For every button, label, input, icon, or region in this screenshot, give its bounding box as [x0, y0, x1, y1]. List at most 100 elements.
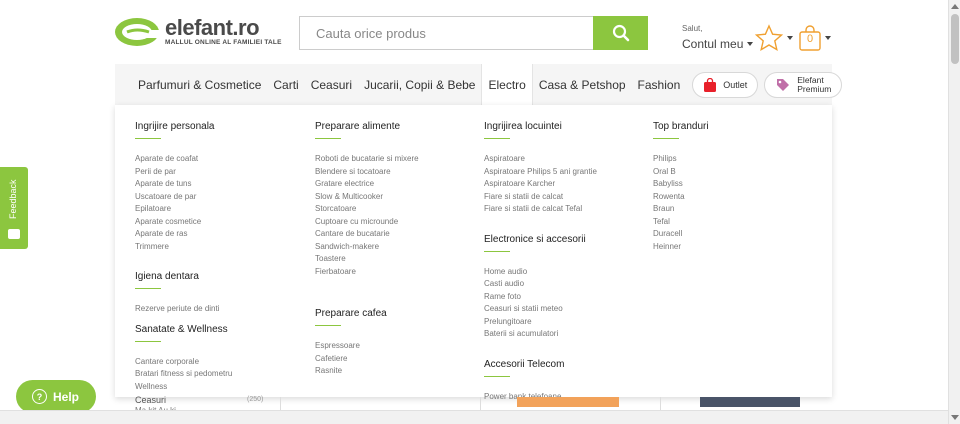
menu-link[interactable]: Aspiratoare Philips 5 ani grantie — [484, 166, 597, 179]
favorites-button[interactable] — [754, 24, 794, 52]
menu-link[interactable]: Cuptoare cu microunde — [315, 216, 419, 229]
vertical-scrollbar[interactable] — [948, 0, 960, 424]
brand-link[interactable]: Philips — [653, 153, 709, 166]
premium-label-line2: Premium — [797, 83, 832, 94]
menu-section-title[interactable]: Ingrijire personala — [135, 121, 232, 132]
menu-link[interactable]: Epilatoare — [135, 203, 232, 216]
nav-item-casa[interactable]: Casa & Petshop — [533, 64, 632, 105]
menu-link[interactable]: Baterii si acumulatori — [484, 328, 597, 341]
feedback-tab[interactable]: Feedback — [0, 167, 28, 249]
outlet-button[interactable]: Outlet — [692, 71, 759, 98]
menu-link[interactable]: Wellness — [135, 381, 232, 394]
menu-link[interactable]: Bratari fitness si pedometru — [135, 368, 232, 381]
nav-item-parfumuri[interactable]: Parfumuri & Cosmetice — [115, 64, 267, 105]
brand-link[interactable]: Rowenta — [653, 191, 709, 204]
account-greeting: Salut, — [682, 24, 703, 33]
menu-link[interactable]: Perii de par — [135, 166, 232, 179]
menu-link[interactable]: Cantare corporale — [135, 356, 232, 369]
filter-category-label[interactable]: Ceasuri — [135, 395, 166, 405]
section-underline — [484, 250, 510, 252]
menu-link[interactable]: Rasnite — [315, 365, 419, 378]
product-image[interactable] — [517, 397, 619, 407]
menu-link[interactable]: Blendere si tocatoare — [315, 166, 419, 179]
menu-link[interactable]: Ceasuri si statii meteo — [484, 303, 597, 316]
brand-link[interactable]: Tefal — [653, 216, 709, 229]
menu-link[interactable]: Home audio — [484, 266, 597, 279]
menu-link[interactable]: Fiare si statii de calcat Tefal — [484, 203, 597, 216]
chevron-down-icon — [825, 36, 831, 40]
horizontal-scrollbar[interactable] — [0, 410, 948, 424]
menu-section-title[interactable]: Preparare cafea — [315, 308, 419, 319]
menu-link[interactable]: Espressoare — [315, 340, 419, 353]
chevron-down-icon — [787, 36, 793, 40]
electro-mega-menu: Ingrijire personala Aparate de coafat Pe… — [115, 105, 832, 401]
nav-item-ceasuri[interactable]: Ceasuri — [305, 64, 358, 105]
section-underline — [135, 138, 161, 139]
menu-link[interactable]: Slow & Multicooker — [315, 191, 419, 204]
chevron-down-icon — [747, 42, 754, 46]
menu-link[interactable]: Toastere — [315, 253, 419, 266]
brand-link[interactable]: Babyliss — [653, 178, 709, 191]
brand-link[interactable]: Braun — [653, 203, 709, 216]
section-underline — [484, 375, 510, 377]
scroll-thumb[interactable] — [951, 14, 959, 64]
menu-link[interactable]: Aparate de ras — [135, 228, 232, 241]
menu-link[interactable]: Fierbatoare — [315, 266, 419, 279]
menu-section-title[interactable]: Electronice si accesorii — [484, 234, 597, 245]
menu-section-title[interactable]: Accesorii Telecom — [484, 359, 597, 370]
menu-column-4: Top branduri Philips Oral B Babyliss Row… — [653, 105, 709, 253]
menu-link[interactable]: Aspiratoare — [484, 153, 597, 166]
brand-link[interactable]: Heinner — [653, 241, 709, 254]
search-input[interactable] — [300, 17, 593, 49]
menu-link[interactable]: Uscatoare de par — [135, 191, 232, 204]
nav-item-fashion[interactable]: Fashion — [632, 64, 687, 105]
cart-button[interactable]: 0 — [798, 24, 838, 52]
site-header: elefant.ro MALLUL ONLINE AL FAMILIEI TAL… — [0, 0, 948, 64]
menu-link[interactable]: Storcatoare — [315, 203, 419, 216]
page-content-peek: Ceasuri (250) Ma kit Au ki — [115, 395, 832, 415]
menu-link[interactable]: Rame foto — [484, 291, 597, 304]
menu-link[interactable]: Sandwich-makere — [315, 241, 419, 254]
product-image[interactable] — [700, 397, 800, 407]
menu-link[interactable]: Aparate de coafat — [135, 153, 232, 166]
brand-link[interactable]: Oral B — [653, 166, 709, 179]
logo-name: elefant.ro — [165, 15, 260, 40]
menu-link[interactable]: Gratare electrice — [315, 178, 419, 191]
menu-section-title[interactable]: Sanatate & Wellness — [135, 324, 232, 335]
main-nav: Parfumuri & Cosmetice Carti Ceasuri Juca… — [115, 64, 843, 105]
menu-link[interactable]: Cafetiere — [315, 353, 419, 366]
feedback-label: Feedback — [8, 179, 18, 219]
menu-link[interactable]: Fiare si statii de calcat — [484, 191, 597, 204]
chat-icon — [8, 229, 20, 239]
search-button[interactable] — [593, 16, 648, 50]
menu-link[interactable]: Casti audio — [484, 278, 597, 291]
menu-link[interactable]: Cantare de bucatarie — [315, 228, 419, 241]
site-logo[interactable]: elefant.ro MALLUL ONLINE AL FAMILIEI TAL… — [113, 14, 283, 50]
menu-section-title[interactable]: Igiena dentara — [135, 271, 232, 282]
menu-link[interactable]: Roboti de bucatarie si mixere — [315, 153, 419, 166]
menu-section-title[interactable]: Top branduri — [653, 121, 709, 132]
menu-link[interactable]: Aparate cosmetice — [135, 216, 232, 229]
filter-category-count: (250) — [247, 396, 264, 403]
search-bar — [299, 16, 648, 50]
menu-link[interactable]: Trimmere — [135, 241, 232, 254]
cart-count: 0 — [806, 33, 814, 45]
bag-icon — [704, 77, 717, 92]
nav-item-jucarii[interactable]: Jucarii, Copii & Bebe — [358, 64, 481, 105]
nav-item-carti[interactable]: Carti — [267, 64, 304, 105]
menu-link[interactable]: Aparate de tuns — [135, 178, 232, 191]
menu-link[interactable]: Aspiratoare Karcher — [484, 178, 597, 191]
premium-button[interactable]: Elefant Premium — [764, 71, 843, 98]
outlet-label: Outlet — [723, 79, 748, 90]
scroll-down-arrow-icon[interactable] — [951, 415, 959, 420]
menu-section-title[interactable]: Ingrijirea locuintei — [484, 121, 597, 132]
menu-section-title[interactable]: Preparare alimente — [315, 121, 419, 132]
account-menu[interactable]: Salut, Contul meu — [682, 24, 762, 51]
menu-link[interactable]: Prelungitoare — [484, 316, 597, 329]
section-underline — [484, 138, 510, 139]
scroll-up-arrow-icon[interactable] — [951, 4, 959, 9]
nav-item-electro[interactable]: Electro — [481, 64, 533, 105]
brand-link[interactable]: Duracell — [653, 228, 709, 241]
help-button[interactable]: ? Help — [16, 380, 96, 413]
menu-link[interactable]: Rezerve periute de dinti — [135, 303, 232, 316]
